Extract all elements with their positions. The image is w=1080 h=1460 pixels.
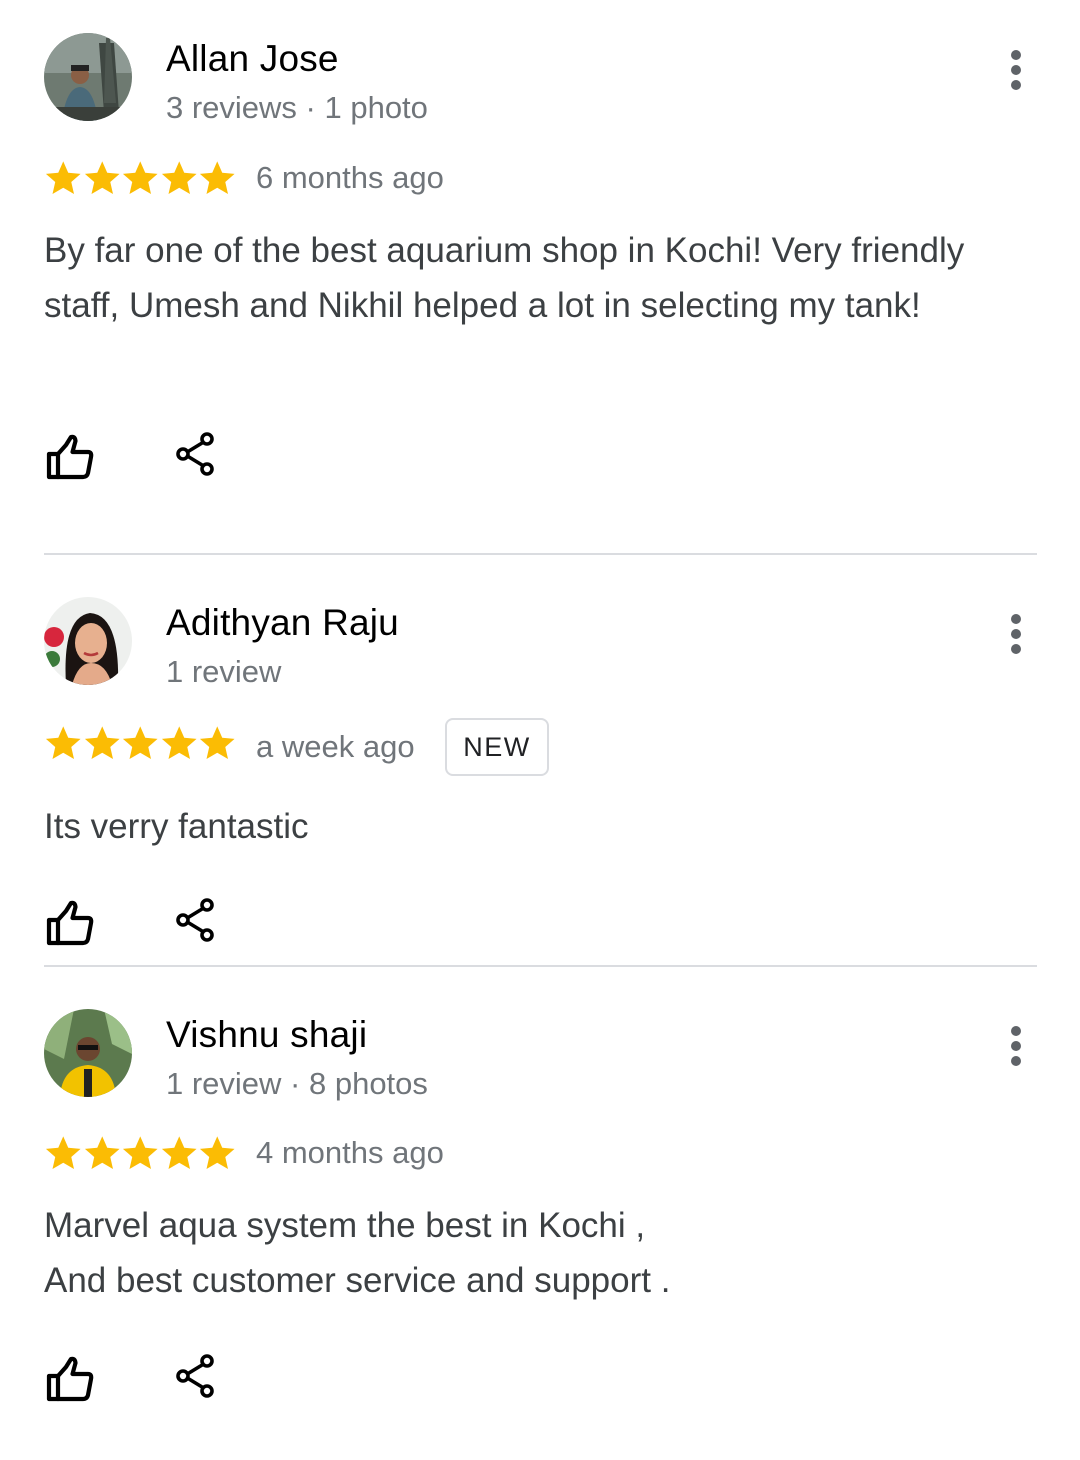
more-dot — [1011, 65, 1021, 75]
star-icon — [121, 158, 160, 198]
divider — [44, 965, 1037, 967]
star-icon — [198, 1133, 237, 1173]
star-icon — [83, 1133, 122, 1173]
more-dot — [1011, 1056, 1021, 1066]
star-icon — [198, 723, 237, 763]
reviewer-name[interactable]: Vishnu shaji — [166, 1014, 367, 1056]
star-icon — [44, 723, 83, 763]
review-card: Vishnu shaji 1 review · 8 photos 4 month… — [0, 968, 1080, 1460]
review-text: By far one of the best aquarium shop in … — [44, 231, 965, 325]
star-icon — [160, 1133, 199, 1173]
more-vert-icon[interactable] — [996, 44, 1036, 96]
review-text: Its verry fantastic — [44, 807, 309, 846]
avatar-photo — [44, 33, 132, 121]
reviewer-name[interactable]: Allan Jose — [166, 38, 339, 80]
avatar[interactable] — [44, 33, 132, 121]
review-date: 4 months ago — [256, 1135, 444, 1170]
star-icon — [198, 158, 237, 198]
review-date: 6 months ago — [256, 160, 444, 195]
more-vert-icon[interactable] — [996, 1020, 1036, 1072]
star-icon — [121, 723, 160, 763]
reviewer-stats: 1 review · 8 photos — [166, 1066, 428, 1101]
reviewer-stats: 1 review — [166, 654, 282, 689]
new-badge: NEW — [445, 718, 549, 776]
star-icon — [44, 158, 83, 198]
more-dot — [1011, 1041, 1021, 1051]
divider — [44, 553, 1037, 555]
reviewer-stats: 3 reviews · 1 photo — [166, 90, 428, 125]
share-icon[interactable] — [170, 428, 222, 480]
reviewer-name[interactable]: Adithyan Raju — [166, 602, 399, 644]
avatar-photo — [44, 597, 132, 685]
more-dot — [1011, 629, 1021, 639]
more-dot — [1011, 614, 1021, 624]
share-icon[interactable] — [170, 894, 222, 946]
more-dot — [1011, 644, 1021, 654]
more-dot — [1011, 1026, 1021, 1036]
review-text: Marvel aqua system the best in Kochi , A… — [44, 1206, 671, 1300]
more-dot — [1011, 50, 1021, 60]
star-icon — [83, 158, 122, 198]
thumbs-up-icon[interactable] — [44, 1354, 96, 1406]
star-icon — [160, 723, 199, 763]
thumbs-up-icon[interactable] — [44, 432, 96, 484]
avatar[interactable] — [44, 1009, 132, 1097]
star-icon — [44, 1133, 83, 1173]
star-icon — [121, 1133, 160, 1173]
star-rating — [44, 1133, 237, 1173]
more-vert-icon[interactable] — [996, 608, 1036, 660]
review-date: a week ago — [256, 729, 415, 764]
thumbs-up-icon[interactable] — [44, 898, 96, 950]
more-dot — [1011, 80, 1021, 90]
share-icon[interactable] — [170, 1350, 222, 1402]
review-card: Allan Jose 3 reviews · 1 photo 6 months … — [0, 0, 1080, 556]
star-icon — [160, 158, 199, 198]
star-icon — [83, 723, 122, 763]
star-rating — [44, 723, 237, 763]
avatar-photo — [44, 1009, 132, 1097]
review-card: Adithyan Raju 1 review a week ago NEW It… — [0, 556, 1080, 966]
star-rating — [44, 158, 237, 198]
avatar[interactable] — [44, 597, 132, 685]
